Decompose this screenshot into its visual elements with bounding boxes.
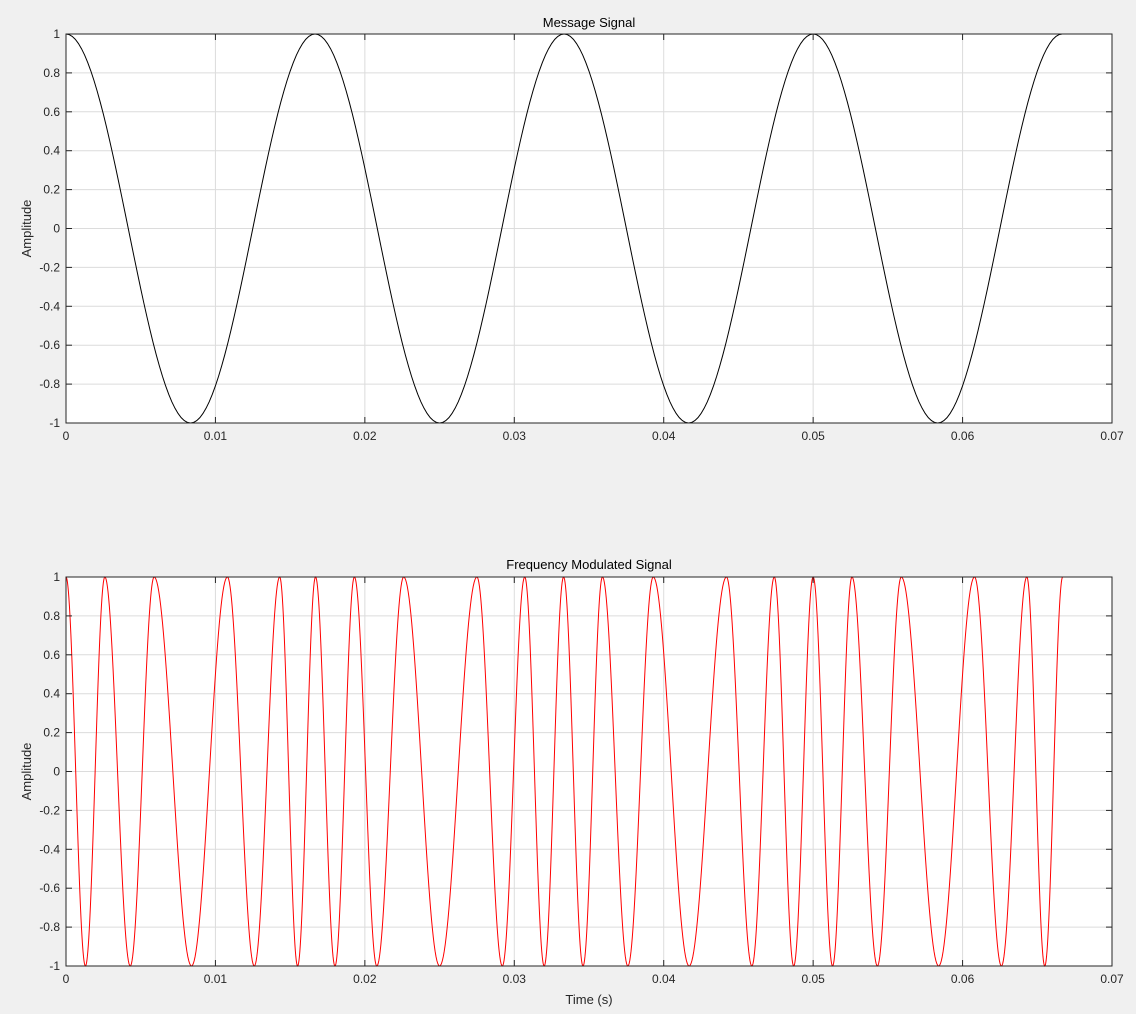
y-tick-label: 0 — [53, 765, 60, 779]
y-tick-label: -1 — [49, 959, 60, 973]
y-tick-label: -0.6 — [39, 881, 60, 895]
x-tick-label: 0 — [63, 972, 70, 986]
x-tick-label: 0.05 — [801, 972, 825, 986]
x-tick-label: 0.05 — [801, 429, 825, 443]
subplot-frequency-modulated-signal: 0 0.01 0.02 0.03 0.04 0.05 0.06 0.07 1 0.8 0.6 0.4 0… — [19, 557, 1124, 1007]
y-axis-label: Amplitude — [19, 200, 34, 258]
y-tick-label: 0 — [53, 222, 60, 236]
x-tick-label: 0.04 — [652, 429, 676, 443]
plot-title: Message Signal — [543, 15, 636, 30]
subplot-message-signal: 0 0.01 0.02 0.03 0.04 0.05 0.06 0.07 1 0.8 0.6 0.4 0… — [19, 15, 1124, 443]
x-tick-label: 0.01 — [204, 429, 228, 443]
x-tick-label: 0 — [63, 429, 70, 443]
x-tick-label: 0.04 — [652, 972, 676, 986]
y-tick-label: 0.6 — [43, 105, 60, 119]
x-tick-label: 0.01 — [204, 972, 228, 986]
y-tick-label: -0.8 — [39, 920, 60, 934]
y-tick-label: -1 — [49, 416, 60, 430]
y-tick-label: 0.4 — [43, 144, 60, 158]
x-axis-label: Time (s) — [565, 992, 612, 1007]
y-tick-label: 0.8 — [43, 609, 60, 623]
x-tick-label: 0.02 — [353, 429, 377, 443]
plot-title: Frequency Modulated Signal — [506, 557, 672, 572]
x-tick-label: 0.02 — [353, 972, 377, 986]
y-tick-label: -0.6 — [39, 338, 60, 352]
y-tick-label: 0.8 — [43, 66, 60, 80]
y-tick-label: 1 — [53, 570, 60, 584]
figure: 0 0.01 0.02 0.03 0.04 0.05 0.06 0.07 1 0.8 0.6 0.4 0… — [19, 15, 1124, 1007]
y-tick-label: -0.2 — [39, 260, 60, 274]
y-tick-label: 0.6 — [43, 648, 60, 662]
x-tick-label: 0.07 — [1100, 429, 1124, 443]
y-tick-label: -0.4 — [39, 842, 60, 856]
y-tick-label: -0.2 — [39, 803, 60, 817]
x-tick-label: 0.07 — [1100, 972, 1124, 986]
y-axis-label: Amplitude — [19, 743, 34, 801]
y-tick-label: 0.4 — [43, 687, 60, 701]
y-tick-label: -0.4 — [39, 299, 60, 313]
x-tick-label: 0.06 — [951, 429, 975, 443]
y-tick-label: 0.2 — [43, 183, 60, 197]
x-tick-label: 0.03 — [503, 429, 527, 443]
x-tick-label: 0.03 — [503, 972, 527, 986]
y-tick-label: 0.2 — [43, 726, 60, 740]
x-tick-label: 0.06 — [951, 972, 975, 986]
y-tick-label: 1 — [53, 27, 60, 41]
y-tick-label: -0.8 — [39, 377, 60, 391]
